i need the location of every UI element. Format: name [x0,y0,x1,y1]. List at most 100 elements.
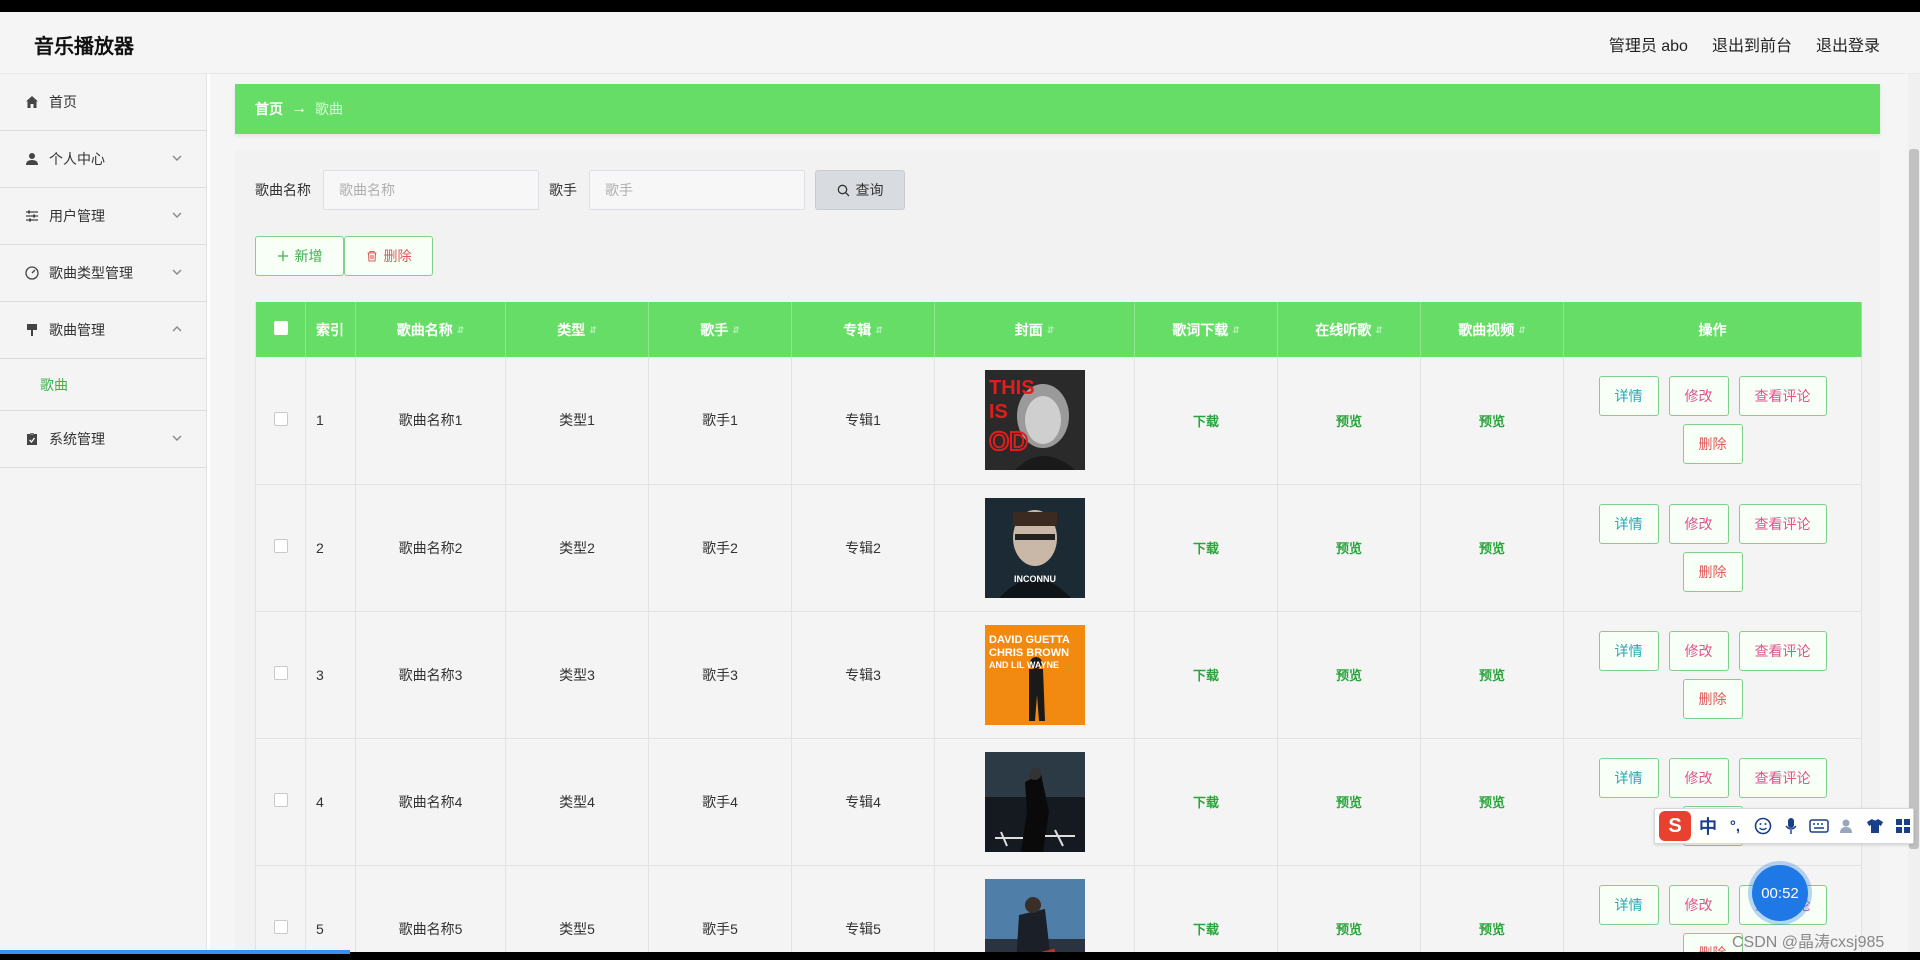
header-type[interactable]: 类型 ⇵ [505,302,649,357]
detail-button[interactable]: 详情 [1598,376,1659,417]
video-preview-link[interactable]: 预览 [1479,541,1505,556]
cover-art: INCONNU [984,497,1085,598]
cover-image[interactable]: INCONNU [984,497,1085,598]
view-comments-button[interactable]: 查看评论 [1738,757,1827,798]
view-comments-button[interactable]: 查看评论 [1738,376,1827,417]
delete-button[interactable]: 删除 [1682,424,1743,465]
query-button[interactable]: 查询 [815,170,905,210]
video-preview-link[interactable]: 预览 [1479,795,1505,810]
header-lyrics-download[interactable]: 歌词下载 ⇵ [1134,302,1278,357]
cover-image[interactable] [984,751,1085,852]
header-cover-label: 封面 [1014,321,1043,338]
cover-text: CHRIS BROWN [989,647,1069,659]
admin-user-link[interactable]: 管理员 abo [1609,32,1688,56]
detail-button[interactable]: 详情 [1598,630,1659,671]
shirt-skin-icon[interactable] [1865,816,1885,836]
singer-input[interactable] [589,170,805,210]
detail-button[interactable]: 详情 [1598,503,1659,544]
sidebar-item-label: 歌曲管理 [49,322,105,338]
emoji-icon[interactable] [1753,816,1773,836]
edit-button[interactable]: 修改 [1668,884,1729,925]
cover-image[interactable]: DAVID GUETTA CHRIS BROWN AND LIL WAYNE [984,624,1085,725]
delete-button[interactable]: 删除 [1682,551,1743,592]
back-to-front-link[interactable]: 退出到前台 [1712,32,1792,56]
microphone-icon[interactable] [1781,816,1801,836]
listen-preview-link[interactable]: 预览 [1336,414,1362,429]
grid-menu-icon[interactable] [1893,816,1913,836]
chevron-down-icon [172,269,182,275]
header-singer[interactable]: 歌手 ⇵ [648,302,792,357]
cell-song-name: 歌曲名称3 [355,611,506,738]
row-checkbox[interactable] [273,920,288,934]
table-row: 5 歌曲名称5 类型5 歌手5 专辑5 下载 预览 预览 详情 修改 [255,865,1862,952]
cell-listen: 预览 [1277,611,1421,738]
download-link[interactable]: 下载 [1193,541,1219,556]
listen-preview-link[interactable]: 预览 [1336,541,1362,556]
sidebar-item-users[interactable]: 用户管理 [0,188,206,245]
header-album[interactable]: 专辑 ⇵ [791,302,935,357]
sidebar-item-home[interactable]: 首页 [0,74,206,131]
download-link[interactable]: 下载 [1193,668,1219,683]
sidebar-item-songs[interactable]: 歌曲管理 [0,302,206,359]
video-preview-link[interactable]: 预览 [1479,922,1505,937]
cell-video: 预览 [1420,865,1564,952]
view-comments-button[interactable]: 查看评论 [1738,503,1827,544]
header-operations: 操作 [1563,302,1862,357]
ime-chinese-mode[interactable]: 中 [1699,813,1717,839]
detail-button[interactable]: 详情 [1598,757,1659,798]
logout-link[interactable]: 退出登录 [1816,32,1880,56]
select-all-checkbox[interactable] [273,321,288,335]
row-checkbox[interactable] [273,411,288,426]
edit-button[interactable]: 修改 [1668,757,1729,798]
download-link[interactable]: 下载 [1193,922,1219,937]
sidebar-item-song-types[interactable]: 歌曲类型管理 [0,245,206,302]
keyboard-icon[interactable] [1809,816,1829,836]
row-checkbox[interactable] [273,666,288,680]
add-button[interactable]: 新增 [255,236,344,276]
user-settings-icon[interactable] [1837,816,1857,836]
video-preview-link[interactable]: 预览 [1479,414,1505,429]
cover-image[interactable] [984,878,1085,952]
row-operations: 详情 修改 查看评论 删除 [1598,376,1828,465]
download-link[interactable]: 下载 [1193,414,1219,429]
view-comments-button[interactable]: 查看评论 [1738,630,1827,671]
row-operations: 详情 修改 查看评论 删除 [1598,630,1828,719]
download-link[interactable]: 下载 [1193,795,1219,810]
header-song-name[interactable]: 歌曲名称 ⇵ [355,302,506,357]
sidebar-item-personal[interactable]: 个人中心 [0,131,206,188]
edit-button[interactable]: 修改 [1668,503,1729,544]
listen-preview-link[interactable]: 预览 [1336,668,1362,683]
song-name-input[interactable] [323,170,539,210]
listen-preview-link[interactable]: 预览 [1336,795,1362,810]
sidebar-item-system[interactable]: 系统管理 [0,411,206,468]
video-preview-link[interactable]: 预览 [1479,668,1505,683]
row-checkbox[interactable] [273,793,288,807]
scrollbar-thumb[interactable] [1909,149,1919,849]
gauge-icon [24,265,40,281]
batch-delete-button[interactable]: 删除 [344,236,433,276]
cell-video: 预览 [1420,611,1564,738]
row-checkbox[interactable] [273,539,288,553]
sort-icon: ⇵ [456,325,465,336]
breadcrumb-home[interactable]: 首页 [255,99,283,119]
header-listen-online[interactable]: 在线听歌 ⇵ [1277,302,1421,357]
header-cover[interactable]: 封面 ⇵ [934,302,1135,357]
video-progress-bar [0,950,350,954]
header-song-video[interactable]: 歌曲视频 ⇵ [1420,302,1564,357]
delete-button[interactable]: 删除 [1682,678,1743,719]
sogou-logo-icon[interactable]: S [1659,811,1691,841]
trash-icon [367,250,376,262]
cell-type: 类型1 [505,357,649,484]
select-all-cell [255,302,306,357]
listen-preview-link[interactable]: 预览 [1336,922,1362,937]
edit-button[interactable]: 修改 [1668,376,1729,417]
ime-punctuation[interactable]: °, [1725,816,1745,836]
cover-image[interactable]: THIS IS OD [984,370,1085,471]
songs-table: 索引 歌曲名称 ⇵ 类型 ⇵ 歌手 ⇵ 专辑 ⇵ 封面 ⇵ 歌词下载 ⇵ 在线听歌 ⇵ 歌曲视… [255,302,1862,952]
recording-timer[interactable]: 00:52 [1752,865,1808,921]
edit-button[interactable]: 修改 [1668,630,1729,671]
chevron-down-icon [172,435,182,441]
sidebar-subitem-song[interactable]: 歌曲 [0,359,206,411]
query-button-label: 查询 [855,182,884,198]
detail-button[interactable]: 详情 [1598,884,1659,925]
